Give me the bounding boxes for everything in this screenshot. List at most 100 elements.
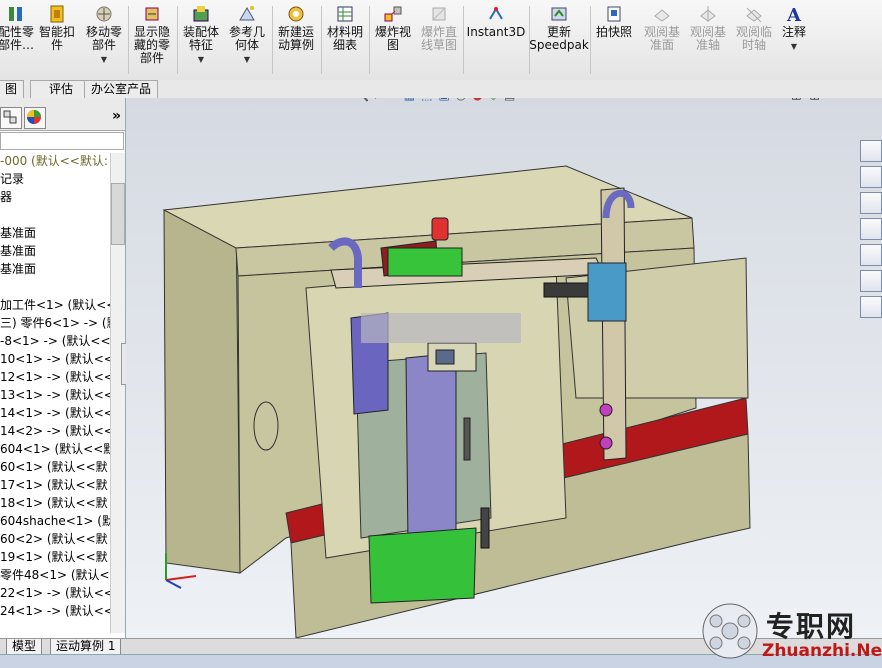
tree-item[interactable]: 12<1> -> (默认<< xyxy=(0,368,114,386)
zoom-area-icon[interactable]: ⌕ xyxy=(375,98,382,103)
view-axes-button[interactable]: 观阅基 准轴 xyxy=(686,4,730,76)
annotation-button[interactable]: A 注释 ▼ xyxy=(778,4,810,76)
view-orientation-icon[interactable]: ⬚ xyxy=(421,98,432,102)
ribbon-divider xyxy=(590,6,591,74)
tree-item[interactable]: 14<1> -> (默认<< xyxy=(0,404,114,422)
exploded-view-button[interactable]: 爆炸视 图 xyxy=(372,4,414,76)
bom-icon xyxy=(337,6,353,22)
tree-item[interactable]: 三) 零件6<1> -> (默 xyxy=(0,314,119,332)
snapshot-button[interactable]: 拍快照 xyxy=(594,4,634,76)
smart-fastener-button[interactable]: 智能扣 件 xyxy=(36,4,78,76)
tree-item[interactable]: 10<1> -> (默认<< xyxy=(0,350,114,368)
view-temp-axes-button[interactable]: 观阅临 时轴 xyxy=(732,4,776,76)
tree-item[interactable]: 60<2> (默认<<默 xyxy=(0,530,108,548)
task-pane xyxy=(860,140,882,318)
scene-icon[interactable]: ◈ xyxy=(489,98,498,102)
config-manager-tab[interactable] xyxy=(0,107,22,129)
reference-geometry-button[interactable]: 参考几 何体 ▼ xyxy=(226,4,268,76)
tab-motion-study[interactable]: 运动算例 1 xyxy=(50,639,122,655)
snapshot-icon xyxy=(607,6,621,22)
tree-item[interactable]: 22<1> -> (默认<< xyxy=(0,584,114,602)
appearances-icon[interactable] xyxy=(860,270,882,292)
side-port xyxy=(253,401,279,451)
tile-left-icon[interactable]: ◫ xyxy=(791,98,801,101)
assembly-feature-button[interactable]: 装配体 特征 ▼ xyxy=(180,4,222,76)
tree-item[interactable]: 24<1> -> (默认<< xyxy=(0,602,114,620)
watermark-logo xyxy=(702,603,758,659)
tree-item[interactable]: 基准面 xyxy=(0,242,36,260)
update-speedpak-button[interactable]: 更新 Speedpak xyxy=(529,4,589,76)
minimize-icon[interactable]: — xyxy=(828,98,839,101)
tree-item[interactable]: 18<1> (默认<<默 xyxy=(0,494,108,512)
hide-show-icon[interactable]: ◔ xyxy=(456,98,466,102)
tree-item[interactable]: 器 xyxy=(0,188,12,206)
zoom-to-fit-icon[interactable]: 🔍 xyxy=(354,98,369,102)
display-manager-tab[interactable] xyxy=(24,107,46,129)
show-hidden-button[interactable]: 显示隐 藏的零 部件 xyxy=(130,4,174,76)
tree-item[interactable]: 零件48<1> (默认< xyxy=(0,566,110,584)
tree-item[interactable]: 17<1> (默认<<默 xyxy=(0,476,108,494)
display-style-icon[interactable]: ▣ xyxy=(438,98,449,102)
view-palette-icon[interactable] xyxy=(860,244,882,266)
tree-item[interactable]: 604shache<1> (默 xyxy=(0,512,114,530)
section-view-icon[interactable]: ▥ xyxy=(404,98,415,102)
move-component-button[interactable]: 移动零 部件 ▼ xyxy=(84,4,124,76)
tab-evaluate[interactable]: 评估 xyxy=(30,80,92,98)
panel-tabs: » xyxy=(0,98,125,131)
tree-item[interactable]: 13<1> -> (默认<< xyxy=(0,386,114,404)
bom-button[interactable]: 材料明 细表 xyxy=(324,4,366,76)
close-icon[interactable]: ✕ xyxy=(865,98,874,101)
assembly-feature-icon xyxy=(193,6,209,22)
instant3d-icon xyxy=(489,7,503,20)
tree-item[interactable]: -8<1> -> (默认<< xyxy=(0,332,111,350)
mate-icon xyxy=(9,7,22,21)
mate-button-label: 配性零 部件… xyxy=(0,25,35,52)
tree-item[interactable]: 60<1> (默认<<默 xyxy=(0,458,108,476)
restore-icon[interactable]: ❐ xyxy=(847,98,857,101)
machine-left-side xyxy=(163,209,241,574)
view-axes-icon xyxy=(700,6,716,22)
graphics-area[interactable]: 🔍 ⌕ ↶ ▥ ⬚ ▣ ◔ ● ◈ ▤ xyxy=(126,98,882,638)
green-block-top xyxy=(387,247,463,277)
resources-icon[interactable] xyxy=(860,140,882,162)
tree-scrollbar[interactable] xyxy=(110,153,125,633)
chevron-down-icon[interactable]: ▼ xyxy=(198,53,204,66)
new-motion-study-button[interactable]: 新建运 动算例 xyxy=(274,4,318,76)
previous-view-icon[interactable]: ↶ xyxy=(388,98,398,102)
vertical-column xyxy=(405,352,457,547)
tab-model[interactable]: 模型 xyxy=(6,639,43,655)
filter-input[interactable] xyxy=(0,132,124,150)
cylinder xyxy=(543,282,590,298)
mate-button[interactable]: 配性零 部件… xyxy=(0,4,35,76)
tree-item[interactable]: 记录 xyxy=(0,170,24,188)
control-display xyxy=(435,349,455,365)
view-settings-icon[interactable]: ▤ xyxy=(504,98,515,102)
tree-item[interactable]: 19<1> (默认<<默 xyxy=(0,548,108,566)
explode-line-sketch-button[interactable]: 爆炸直 线草图 xyxy=(418,4,460,76)
design-library-icon[interactable] xyxy=(860,192,882,214)
custom-properties-icon[interactable] xyxy=(860,296,882,318)
view-planes-button[interactable]: 观阅基 准面 xyxy=(640,4,684,76)
tree-item[interactable]: 基准面 xyxy=(0,260,36,278)
tree-root-assembly[interactable]: -000 (默认<<默认: xyxy=(0,152,108,170)
home-icon[interactable] xyxy=(860,166,882,188)
tab-office-products[interactable]: 办公室产品 xyxy=(84,80,159,98)
tree-item[interactable]: 14<2> -> (默认<< xyxy=(0,422,114,440)
speedpak-icon xyxy=(551,7,567,21)
appearance-icon[interactable]: ● xyxy=(472,98,482,102)
tree-item[interactable]: 基准面 xyxy=(0,224,36,242)
panel-expand-icon[interactable]: » xyxy=(112,108,121,124)
tree-item[interactable]: 加工件<1> (默认<< xyxy=(0,296,116,314)
chevron-down-icon[interactable]: ▼ xyxy=(791,40,797,53)
tab-drawing[interactable]: 图 xyxy=(0,80,25,98)
watermark-url: Zhuanzhi.Net xyxy=(762,641,882,661)
chevron-down-icon[interactable]: ▼ xyxy=(244,53,250,66)
chevron-down-icon[interactable]: ▼ xyxy=(101,53,107,66)
file-explorer-icon[interactable] xyxy=(860,218,882,240)
tile-right-icon[interactable]: ◫ xyxy=(810,98,820,101)
model-scene xyxy=(162,165,751,638)
instant3d-button[interactable]: Instant3D xyxy=(466,4,526,76)
tree-item[interactable]: 604<1> (默认<<默 xyxy=(0,440,115,458)
heads-up-view-toolbar: 🔍 ⌕ ↶ ▥ ⬚ ▣ ◔ ● ◈ ▤ xyxy=(354,98,515,104)
scrollbar-thumb[interactable] xyxy=(111,183,125,245)
